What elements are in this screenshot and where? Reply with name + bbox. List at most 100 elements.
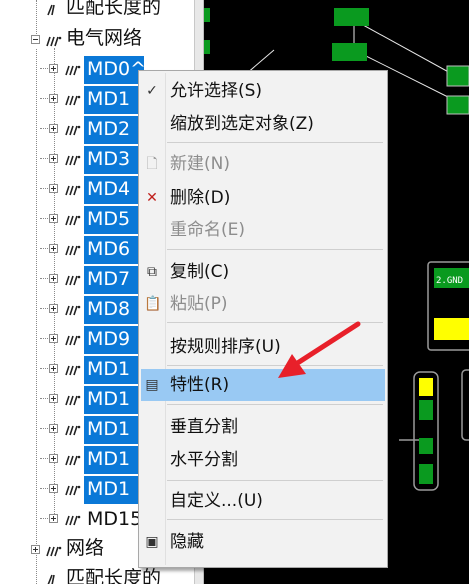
net-label: MD6 xyxy=(87,238,131,260)
expand-toggle[interactable] xyxy=(49,424,58,433)
expand-toggle[interactable] xyxy=(49,274,58,283)
pcb-pad xyxy=(419,378,433,396)
tree-item-md11[interactable]: MD1 xyxy=(84,386,144,414)
tree-line xyxy=(54,48,55,518)
menu-item-label: 缩放到选定对象(Z) xyxy=(170,114,314,134)
hide-icon: ▣ xyxy=(145,534,159,550)
expand-toggle[interactable] xyxy=(49,454,58,463)
menu-item-label: 粘贴(P) xyxy=(170,294,228,314)
expand-toggle[interactable] xyxy=(49,394,58,403)
tree-item-md6[interactable]: MD6 xyxy=(84,236,144,264)
check-icon: ✓ xyxy=(146,83,158,99)
delete-icon: ✕ xyxy=(146,190,158,206)
component-outline xyxy=(461,369,469,441)
pcb-pad xyxy=(434,318,469,340)
net-icon xyxy=(63,302,81,316)
net-icon xyxy=(63,152,81,166)
tree-item-md9[interactable]: MD9 xyxy=(84,326,144,354)
tree-item-md4[interactable]: MD4 xyxy=(84,176,144,204)
pcb-pad xyxy=(446,65,469,87)
menu-item-3[interactable]: ✕ 删除(D) xyxy=(141,182,385,214)
expand-toggle[interactable] xyxy=(49,484,58,493)
net-icon xyxy=(63,92,81,106)
menu-item-11[interactable]: 自定义...(U) xyxy=(141,485,385,517)
menu-item-label: 特性(R) xyxy=(170,375,230,395)
pcb-pad xyxy=(334,8,369,26)
match-length-icon xyxy=(44,572,62,584)
expand-toggle[interactable] xyxy=(49,214,58,223)
net-label: MD7 xyxy=(87,268,131,290)
ratsnest-line xyxy=(353,19,455,76)
menu-item-label: 水平分割 xyxy=(170,450,238,470)
net-label: MD15 xyxy=(87,508,143,530)
copy-icon: ⧉ xyxy=(147,264,157,280)
tree-item-md2[interactable]: MD2 xyxy=(84,116,144,144)
net-icon xyxy=(63,482,81,496)
menu-item-label: 按规则排序(U) xyxy=(170,337,281,357)
tree-item-md14[interactable]: MD1 xyxy=(84,476,144,504)
menu-item-2: 🗋 新建(N) xyxy=(141,148,385,180)
paste-icon: 📋 xyxy=(144,296,162,312)
menu-item-9[interactable]: 垂直分割 xyxy=(141,411,385,443)
net-label: MD5 xyxy=(87,208,131,230)
net-label: MD2 xyxy=(87,118,131,140)
menu-item-0[interactable]: ✓ 允许选择(S) xyxy=(141,75,385,107)
tree-item-md13[interactable]: MD1 xyxy=(84,446,144,474)
net-icon xyxy=(63,182,81,196)
expand-toggle[interactable] xyxy=(49,514,58,523)
menu-item-label: 允许选择(S) xyxy=(170,81,263,101)
tree-line xyxy=(36,0,37,40)
net-icon xyxy=(63,242,81,256)
menu-item-1[interactable]: 缩放到选定对象(Z) xyxy=(141,108,385,140)
pcb-pad xyxy=(446,95,469,115)
net-label: MD1 xyxy=(87,448,131,470)
expand-toggle[interactable] xyxy=(49,94,58,103)
menu-item-6: 📋 粘贴(P) xyxy=(141,288,385,320)
pcb-pad xyxy=(204,40,210,54)
menu-item-label: 隐藏 xyxy=(170,532,204,552)
annotation-arrow xyxy=(278,321,361,378)
expand-toggle[interactable] xyxy=(49,244,58,253)
net-icon xyxy=(63,62,81,76)
net-icon xyxy=(44,543,62,557)
net-label: MD3 xyxy=(87,148,131,170)
net-icon xyxy=(63,392,81,406)
menu-item-label: 删除(D) xyxy=(170,188,231,208)
net-label: MD1 xyxy=(87,478,131,500)
tree-item-md0[interactable]: MD0^^ xyxy=(84,56,162,84)
pcb-pad xyxy=(419,464,433,484)
menu-separator xyxy=(167,404,383,405)
menu-item-5[interactable]: ⧉ 复制(C) xyxy=(141,256,385,288)
menu-item-10[interactable]: 水平分割 xyxy=(141,444,385,476)
expand-toggle[interactable] xyxy=(49,64,58,73)
net-icon xyxy=(63,332,81,346)
collapse-toggle[interactable] xyxy=(31,35,40,44)
menu-item-label: 自定义...(U) xyxy=(170,491,263,511)
tree-item-md10[interactable]: MD1 xyxy=(84,356,144,384)
menu-item-12[interactable]: ▣ 隐藏 xyxy=(141,526,385,558)
gnd-pad-label: 2.GND xyxy=(436,276,463,286)
expand-toggle[interactable] xyxy=(49,154,58,163)
net-icon xyxy=(63,362,81,376)
net-label: MD1 xyxy=(87,388,131,410)
tree-item-md1[interactable]: MD1 xyxy=(84,86,144,114)
net-icon xyxy=(63,512,81,526)
tree-item-md7[interactable]: MD7 xyxy=(84,266,144,294)
net-label: MD9 xyxy=(87,328,131,350)
expand-toggle[interactable] xyxy=(49,364,58,373)
tree-item-md12[interactable]: MD1 xyxy=(84,416,144,444)
tree-item-md3[interactable]: MD3 xyxy=(84,146,144,174)
tree-item-md5[interactable]: MD5 xyxy=(84,206,144,234)
net-icon xyxy=(63,452,81,466)
expand-toggle[interactable] xyxy=(49,334,58,343)
expand-toggle[interactable] xyxy=(49,184,58,193)
tree-item-md8[interactable]: MD8 xyxy=(84,296,144,324)
net-label: MD1 xyxy=(87,358,131,380)
expand-toggle[interactable] xyxy=(49,304,58,313)
expand-toggle[interactable] xyxy=(31,545,40,554)
expand-toggle[interactable] xyxy=(49,124,58,133)
new-doc-icon: 🗋 xyxy=(146,156,158,172)
pcb-pad xyxy=(204,8,210,22)
menu-separator xyxy=(167,249,383,250)
pcb-pad xyxy=(419,438,433,454)
